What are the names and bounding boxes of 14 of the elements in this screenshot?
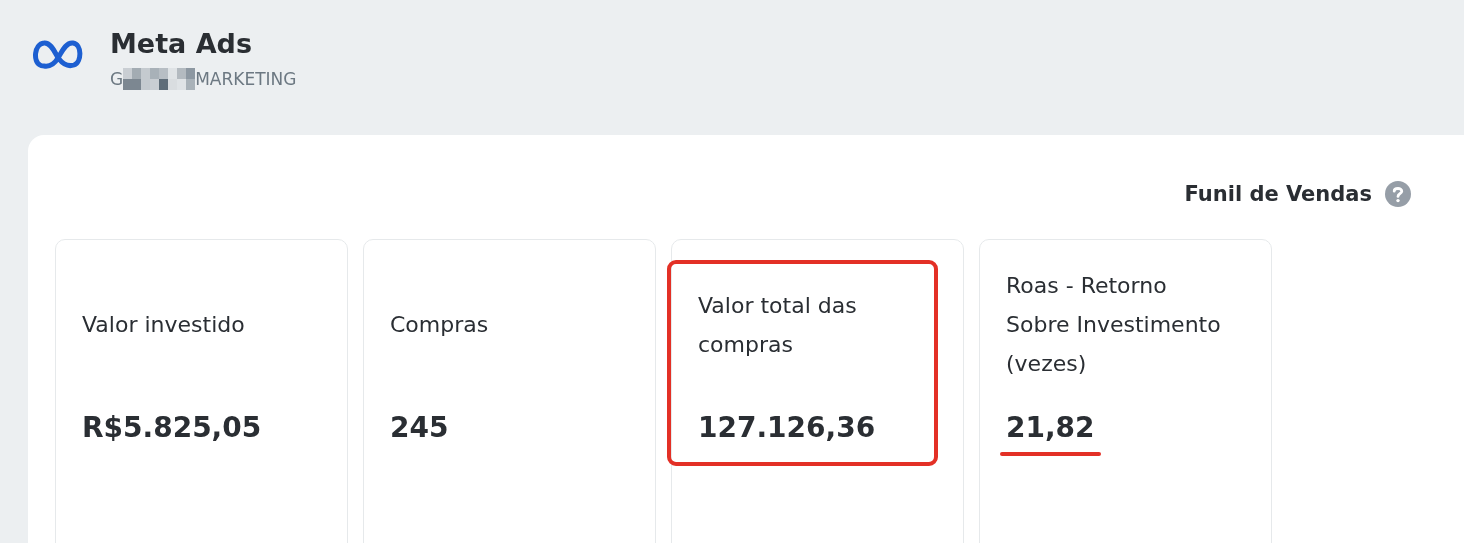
section-title: Funil de Vendas (1184, 182, 1372, 206)
infinity-logo-icon (32, 38, 84, 70)
help-icon[interactable] (1385, 181, 1411, 207)
subtitle-text: G (110, 68, 124, 90)
metric-value: 245 (390, 410, 449, 446)
subtitle-text: MARKETING (195, 68, 297, 90)
metric-value: R$5.825,05 (82, 410, 262, 446)
metric-label: Valor total das compras (698, 291, 858, 359)
metric-value: 127.126,36 (698, 410, 876, 446)
metric-label: Compras (390, 311, 490, 339)
metric-value: 21,82 (1006, 410, 1095, 446)
metric-label: Roas - Retorno Sobre Investimento (vezes) (1006, 272, 1222, 378)
app-title: Meta Ads (110, 27, 253, 61)
metric-label: Valor investido (82, 311, 246, 339)
